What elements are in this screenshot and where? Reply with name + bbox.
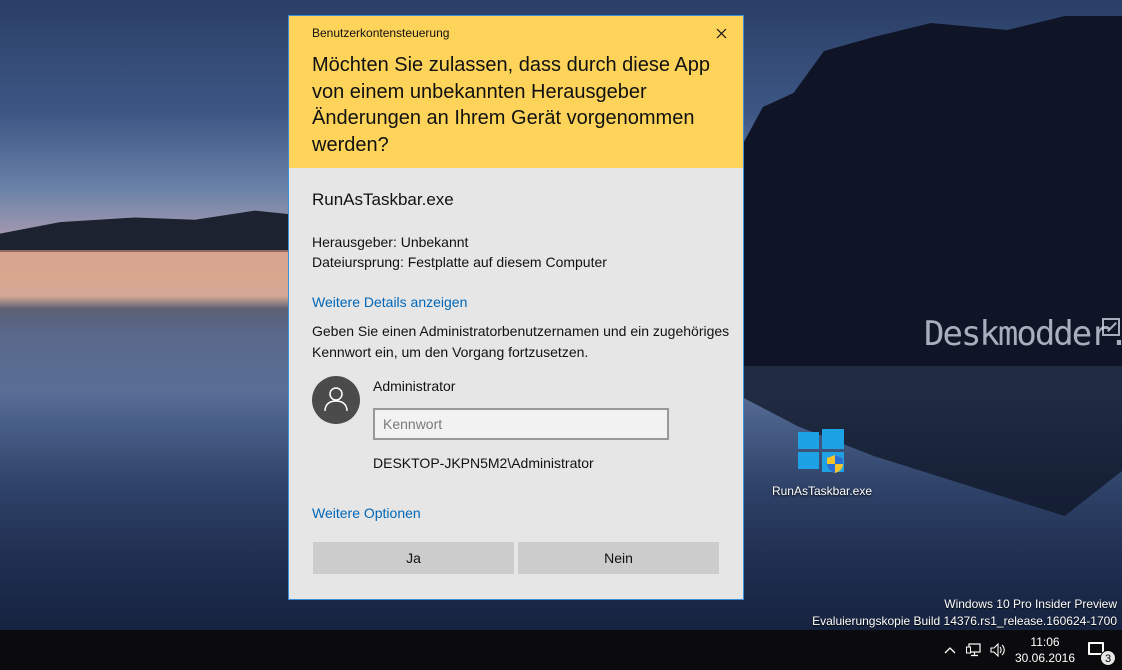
- uac-dialog: Benutzerkontensteuerung Möchten Sie zula…: [288, 15, 744, 600]
- taskbar-clock[interactable]: 11:06 30.06.2016: [1010, 634, 1080, 666]
- more-details-link[interactable]: Weitere Details anzeigen: [312, 294, 467, 310]
- more-options-link[interactable]: Weitere Optionen: [312, 505, 421, 521]
- yes-button[interactable]: Ja: [313, 542, 514, 574]
- action-center-button[interactable]: 3: [1080, 630, 1122, 670]
- uac-header: Benutzerkontensteuerung Möchten Sie zula…: [289, 16, 743, 168]
- password-input[interactable]: [373, 408, 669, 440]
- user-icon: [324, 387, 348, 412]
- clock-time: 11:06: [1030, 635, 1060, 649]
- username-label: Administrator: [373, 378, 456, 394]
- pencil-icon: [1102, 318, 1120, 336]
- desktop-icon-runastaskbar[interactable]: RunAsTaskbar.exe: [770, 428, 874, 498]
- build-info-line2: Evaluierungskopie Build 14376.rs1_releas…: [812, 614, 1117, 628]
- chevron-up-icon[interactable]: [938, 630, 962, 670]
- dialog-title: Benutzerkontensteuerung: [312, 26, 450, 40]
- watermark-text: Deskmodder.de: [924, 314, 1122, 354]
- no-button[interactable]: Nein: [518, 542, 719, 574]
- origin-text: Dateiursprung: Festplatte auf diesem Com…: [312, 254, 607, 270]
- system-tray: 11:06 30.06.2016 3: [938, 630, 1122, 670]
- close-button[interactable]: [709, 22, 733, 44]
- avatar: [312, 376, 360, 424]
- uac-question: Möchten Sie zulassen, dass durch diese A…: [312, 54, 711, 156]
- clock-date: 30.06.2016: [1014, 651, 1076, 665]
- close-icon: [716, 28, 726, 38]
- uac-shield-icon: [827, 455, 843, 473]
- publisher-text: Herausgeber: Unbekannt: [312, 234, 469, 250]
- notification-count-badge: 3: [1100, 650, 1116, 666]
- volume-icon[interactable]: [986, 630, 1010, 670]
- wallpaper-mountain-left: [0, 210, 300, 252]
- credential-prompt: Geben Sie einen Administratorbenutzernam…: [312, 323, 730, 360]
- windows-logo-icon: [798, 428, 846, 473]
- build-info: Windows 10 Pro Insider Preview Evaluieru…: [812, 596, 1117, 630]
- domain-user-label: DESKTOP-JKPN5M2\Administrator: [373, 455, 594, 471]
- desktop-icon-label: RunAsTaskbar.exe: [771, 484, 873, 498]
- network-icon[interactable]: [962, 630, 986, 670]
- build-info-line1: Windows 10 Pro Insider Preview: [944, 597, 1117, 611]
- taskbar: 11:06 30.06.2016 3: [0, 630, 1122, 670]
- app-name: RunAsTaskbar.exe: [312, 190, 454, 209]
